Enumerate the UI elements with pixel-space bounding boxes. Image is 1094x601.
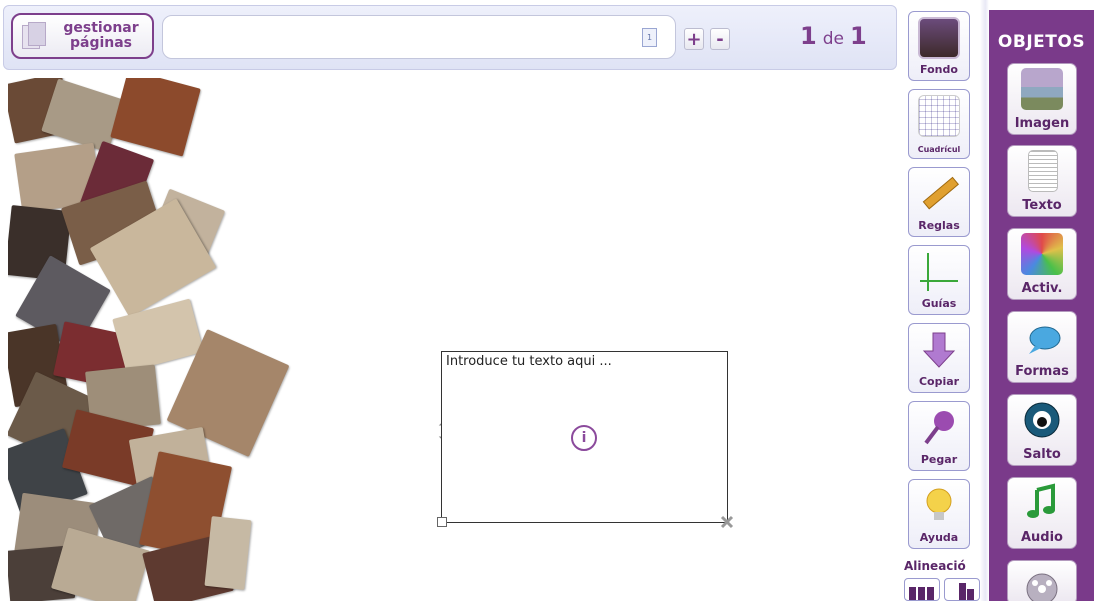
text-box-content[interactable]: Introduce tu texto aqui ...	[446, 354, 612, 369]
delete-handle-icon[interactable]	[720, 515, 734, 529]
tool-label: Reglas	[918, 219, 960, 232]
tools-column: Fondo Cuadrícul Reglas Guías Copiar Pega…	[900, 0, 980, 601]
grid-icon	[918, 95, 960, 137]
page-document-icon[interactable]: 1	[642, 28, 657, 47]
page-thumbnails-strip[interactable]: 1	[162, 15, 676, 59]
pages-icon	[20, 21, 50, 51]
total-pages-number: 1	[849, 22, 867, 50]
object-audio[interactable]: Audio	[1007, 477, 1077, 549]
speech-bubble-icon	[1029, 326, 1061, 354]
tool-ayuda[interactable]: Ayuda	[908, 479, 970, 549]
page-toolbar: gestionar páginas 1 + - 1 de 1	[0, 0, 900, 74]
object-texto[interactable]: Texto	[1007, 145, 1077, 217]
film-reel-icon	[1026, 573, 1058, 601]
objects-panel: OBJETOS Imagen Texto Activ. Formas Salto	[989, 10, 1094, 601]
object-formas[interactable]: Formas	[1007, 311, 1077, 383]
tool-cuadricula[interactable]: Cuadrícul	[908, 89, 970, 159]
tool-copiar[interactable]: Copiar	[908, 323, 970, 393]
object-imagen[interactable]: Imagen	[1007, 63, 1077, 135]
text-box[interactable]: Introduce tu texto aqui ... i	[437, 351, 734, 529]
tool-label: Fondo	[920, 63, 958, 76]
page-of-label: de	[822, 29, 844, 49]
music-note-icon	[1027, 483, 1055, 518]
panel-divider	[980, 0, 989, 601]
tool-pegar[interactable]: Pegar	[908, 401, 970, 471]
ruler-icon	[922, 176, 960, 210]
remove-page-button[interactable]: -	[710, 28, 730, 50]
align-vertical-icon	[959, 583, 974, 600]
object-activ[interactable]: Activ.	[1007, 228, 1077, 300]
page-counter: 1 de 1	[800, 22, 867, 50]
jump-icon	[1024, 402, 1060, 438]
manage-pages-button[interactable]: gestionar páginas	[11, 13, 154, 59]
info-icon[interactable]: i	[571, 425, 597, 451]
resize-handle[interactable]	[437, 517, 447, 527]
manage-pages-label: gestionar páginas	[63, 20, 139, 51]
add-page-button[interactable]: +	[684, 28, 704, 50]
page-canvas[interactable]: Introduce tu texto aqui ... i	[8, 78, 892, 601]
align-horizontal-button[interactable]	[904, 578, 940, 601]
object-label: Salto	[1023, 447, 1061, 462]
tool-reglas[interactable]: Reglas	[908, 167, 970, 237]
object-video[interactable]	[1007, 560, 1077, 601]
tool-label: Ayuda	[919, 531, 959, 544]
picture-icon	[918, 17, 960, 59]
object-label: Activ.	[1021, 281, 1063, 296]
object-salto[interactable]: Salto	[1007, 394, 1077, 466]
tool-label: Copiar	[918, 375, 960, 388]
tool-guias[interactable]: Guías	[908, 245, 970, 315]
image-icon	[1021, 68, 1063, 110]
object-label: Texto	[1022, 198, 1062, 213]
books-background-image	[8, 78, 308, 601]
current-page-number: 1	[800, 22, 817, 50]
arrow-down-icon	[922, 332, 956, 368]
object-label: Formas	[1015, 364, 1069, 379]
objects-title: OBJETOS	[997, 32, 1086, 52]
object-label: Audio	[1020, 530, 1063, 545]
pushpin-icon	[924, 411, 954, 445]
lightbulb-icon	[926, 488, 952, 520]
guides-icon	[920, 253, 958, 291]
align-vertical-button[interactable]	[944, 578, 980, 601]
tool-label: Guías	[921, 297, 957, 310]
activity-icon	[1021, 233, 1063, 275]
document-icon	[1028, 150, 1058, 192]
object-label: Imagen	[1014, 116, 1070, 131]
alignment-label: Alineació	[904, 559, 966, 573]
tool-fondo[interactable]: Fondo	[908, 11, 970, 81]
tool-label: Pegar	[920, 453, 958, 466]
tool-label: Cuadrícul	[917, 145, 961, 154]
align-horizontal-icon	[909, 587, 934, 600]
